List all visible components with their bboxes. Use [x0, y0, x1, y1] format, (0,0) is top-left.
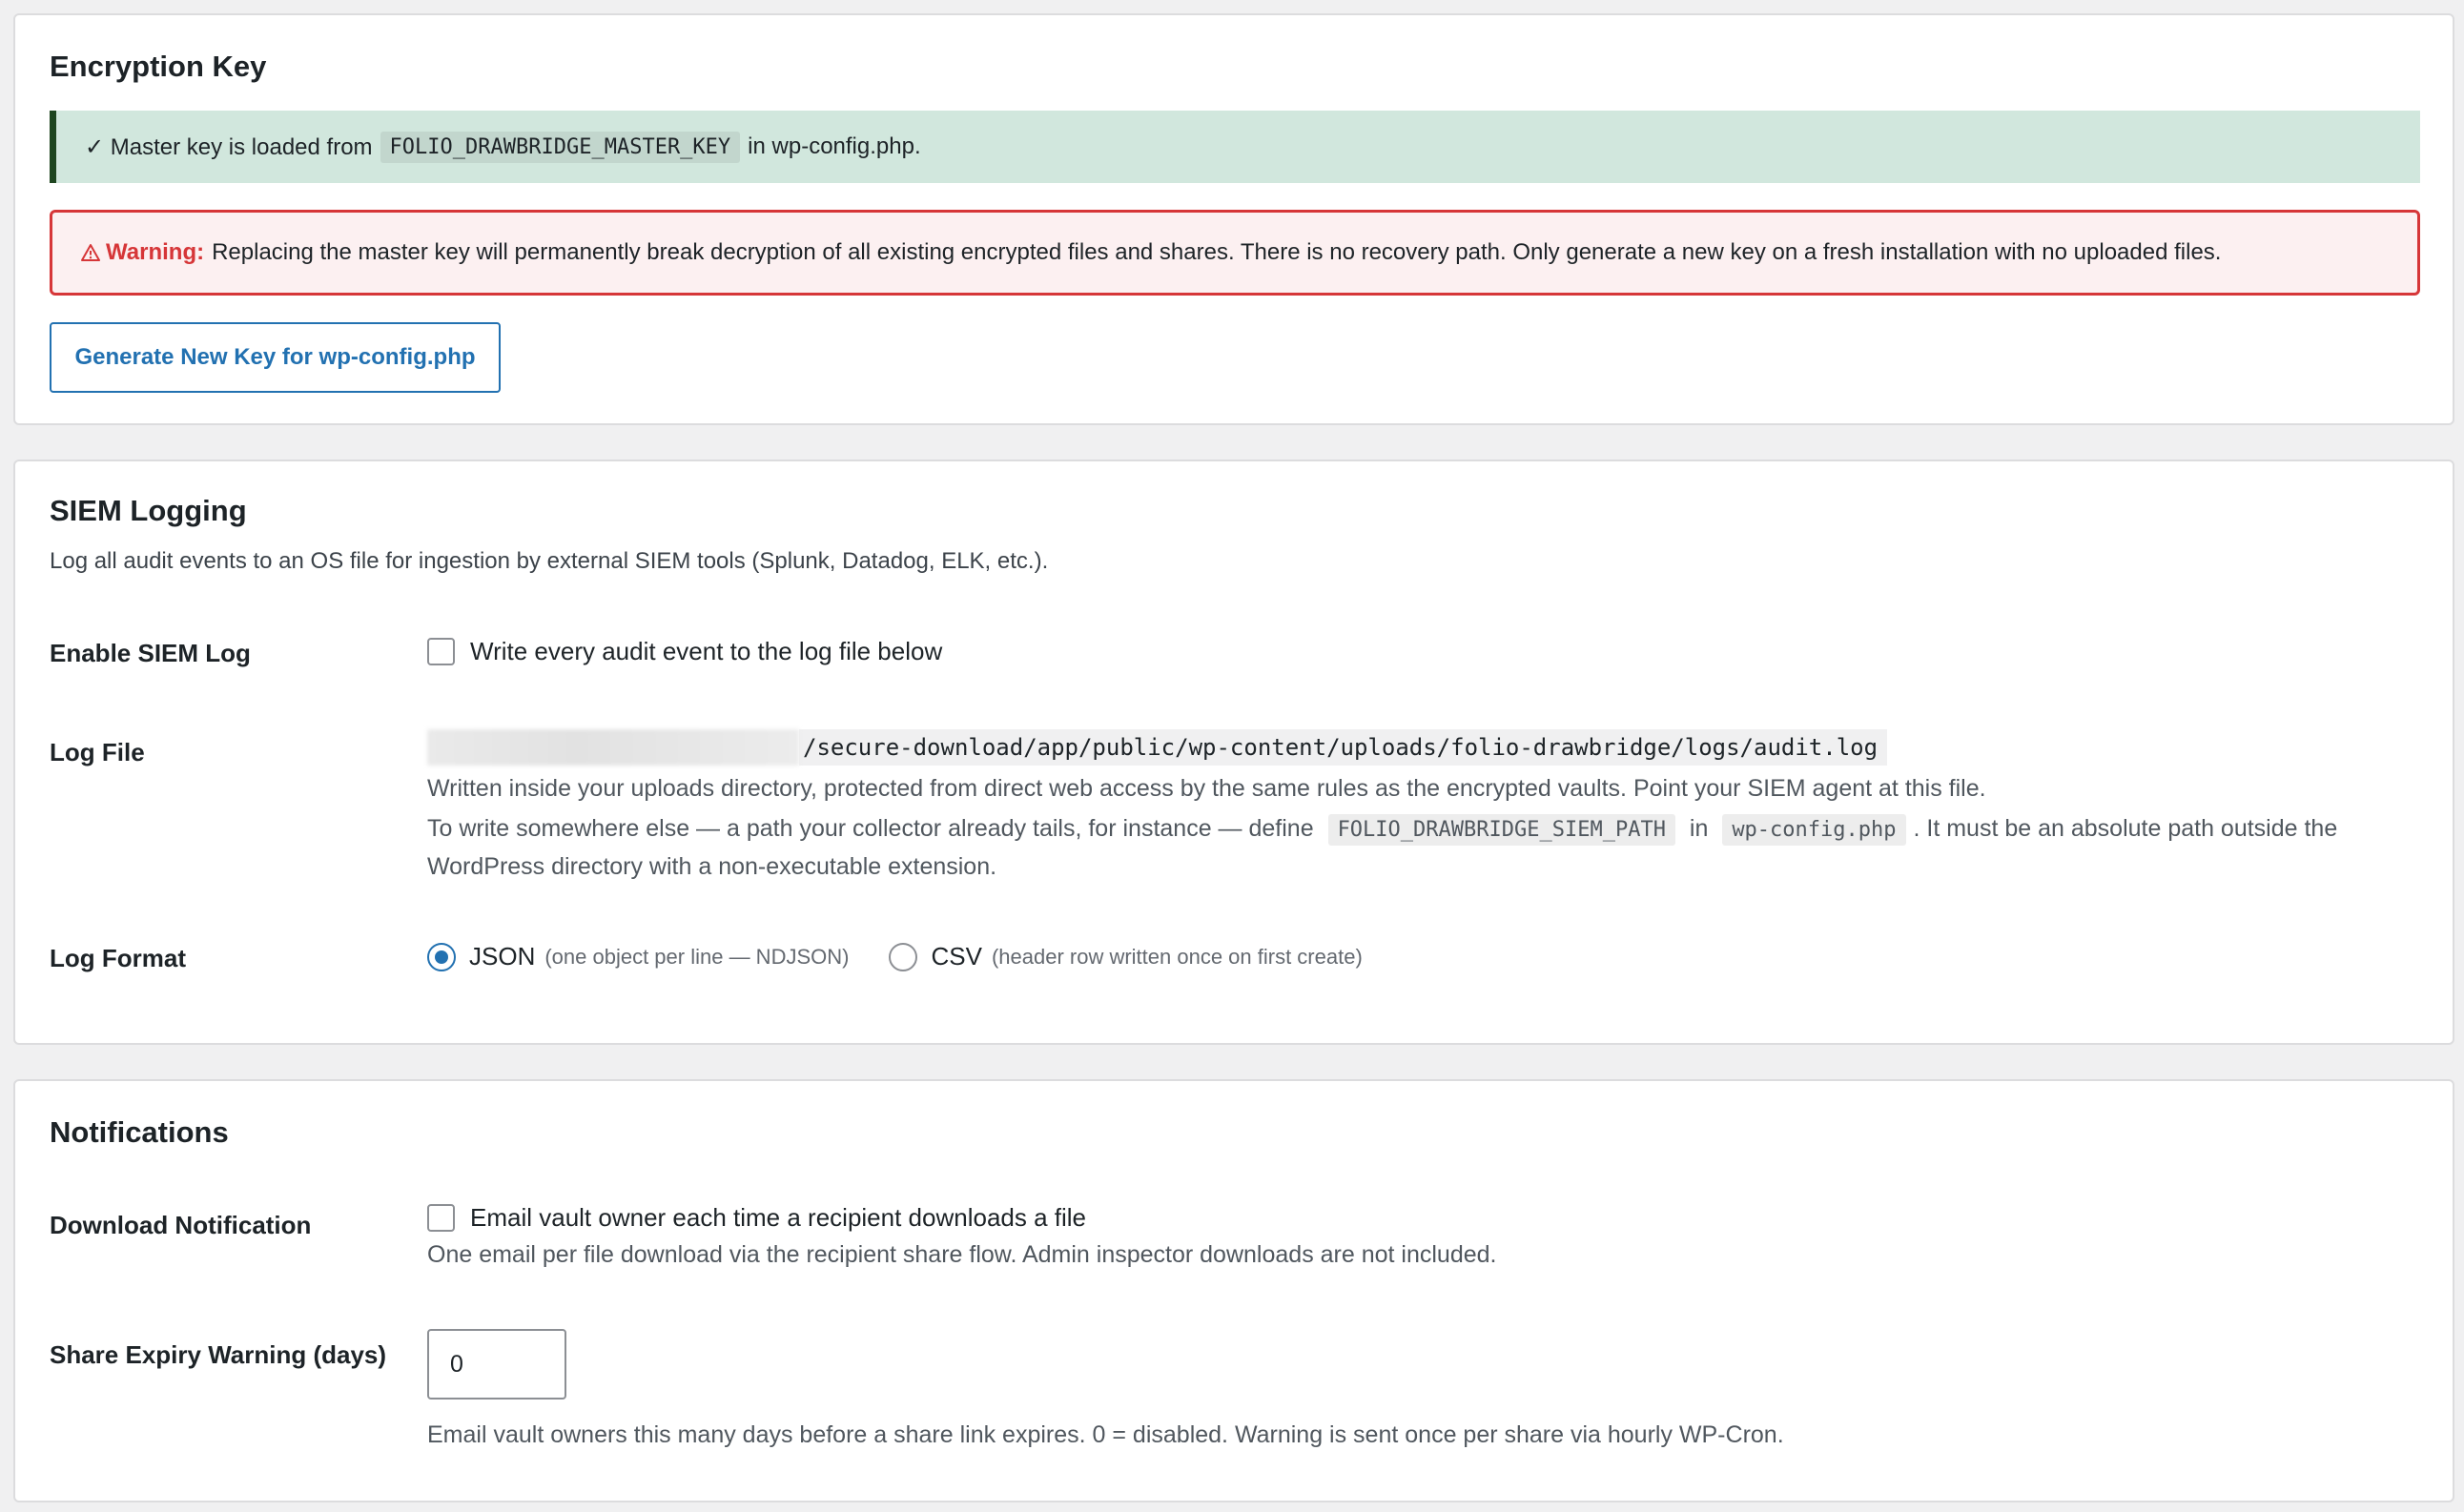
enable-siem-log-checkbox-label[interactable]: Write every audit event to the log file …: [470, 637, 942, 666]
log-format-json-option[interactable]: JSON (one object per line — NDJSON): [427, 942, 849, 971]
settings-page: Encryption Key ✓ Master key is loaded fr…: [0, 0, 2464, 1512]
wp-config-filename: wp-config.php: [1722, 814, 1906, 846]
csv-radio-sub: (header row written once on first create…: [991, 944, 1363, 969]
log-format-field: JSON (one object per line — NDJSON) CSV …: [427, 942, 1403, 971]
log-file-path: /secure-download/app/public/wp-content/u…: [427, 728, 2337, 766]
help2-prefix: To write somewhere else — a path your co…: [427, 815, 1314, 842]
help2-suffix: . It must be an absolute path outside th…: [1913, 815, 2338, 842]
help2-line2: WordPress directory with a non-executabl…: [427, 853, 997, 880]
warning-label: Warning:: [81, 239, 204, 266]
download-notification-checkbox[interactable]: [427, 1204, 455, 1232]
redacted-path-prefix: [427, 729, 799, 766]
log-file-path-text: /secure-download/app/public/wp-content/u…: [799, 729, 1888, 766]
share-expiry-warning-field: Email vault owners this many days before…: [427, 1329, 1784, 1453]
log-format-csv-option[interactable]: CSV (header row written once on first cr…: [889, 942, 1363, 971]
enable-siem-log-field: Write every audit event to the log file …: [427, 637, 942, 666]
notifications-title: Notifications: [50, 1115, 229, 1149]
warning-text: Replacing the master key will permanentl…: [212, 239, 2222, 265]
log-format-label: Log Format: [50, 944, 186, 972]
encryption-key-card: Encryption Key ✓ Master key is loaded fr…: [13, 13, 2454, 425]
share-expiry-warning-label: Share Expiry Warning (days): [50, 1340, 387, 1369]
download-notification-checkbox-label[interactable]: Email vault owner each time a recipient …: [470, 1203, 1086, 1233]
master-key-success-notice: ✓ Master key is loaded from FOLIO_DRAWBR…: [50, 111, 2420, 183]
siem-logging-title: SIEM Logging: [50, 494, 247, 527]
json-radio-sub: (one object per line — NDJSON): [544, 944, 850, 969]
generate-new-key-button[interactable]: Generate New Key for wp-config.php: [50, 322, 501, 393]
master-key-constant: FOLIO_DRAWBRIDGE_MASTER_KEY: [380, 131, 741, 163]
success-text-suffix: in wp-config.php.: [748, 133, 921, 159]
help2-mid: in: [1689, 815, 1709, 842]
json-radio[interactable]: [427, 942, 456, 971]
csv-radio-label[interactable]: CSV: [931, 942, 981, 971]
log-file-label: Log File: [50, 738, 145, 766]
download-notification-help: One email per file download via the reci…: [427, 1241, 1497, 1268]
siem-path-constant: FOLIO_DRAWBRIDGE_SIEM_PATH: [1327, 814, 1675, 846]
log-file-help-2: To write somewhere else — a path your co…: [427, 810, 2337, 885]
siem-description: Log all audit events to an OS file for i…: [50, 548, 1049, 574]
warning-icon: [81, 244, 100, 261]
download-notification-label: Download Notification: [50, 1211, 312, 1239]
warning-label-text: Warning:: [106, 239, 205, 265]
download-notification-field: Email vault owner each time a recipient …: [427, 1203, 1496, 1273]
siem-logging-card: SIEM Logging Log all audit events to an …: [13, 460, 2454, 1045]
download-notification-checkbox-row: Email vault owner each time a recipient …: [427, 1203, 1496, 1233]
log-file-help-1: Written inside your uploads directory, p…: [427, 775, 1986, 802]
master-key-warning-notice: Warning: Replacing the master key will p…: [50, 210, 2420, 296]
csv-radio[interactable]: [889, 942, 918, 971]
success-text-prefix: ✓ Master key is loaded from: [85, 133, 373, 160]
encryption-key-title: Encryption Key: [50, 50, 267, 83]
log-file-field: /secure-download/app/public/wp-content/u…: [427, 728, 2337, 885]
share-expiry-days-input[interactable]: [427, 1329, 566, 1400]
json-radio-label[interactable]: JSON: [469, 942, 535, 971]
notifications-card: Notifications Download Notification Emai…: [13, 1079, 2454, 1502]
share-expiry-help: Email vault owners this many days before…: [427, 1421, 1784, 1448]
enable-siem-log-label: Enable SIEM Log: [50, 639, 251, 667]
enable-siem-log-checkbox[interactable]: [427, 638, 455, 665]
